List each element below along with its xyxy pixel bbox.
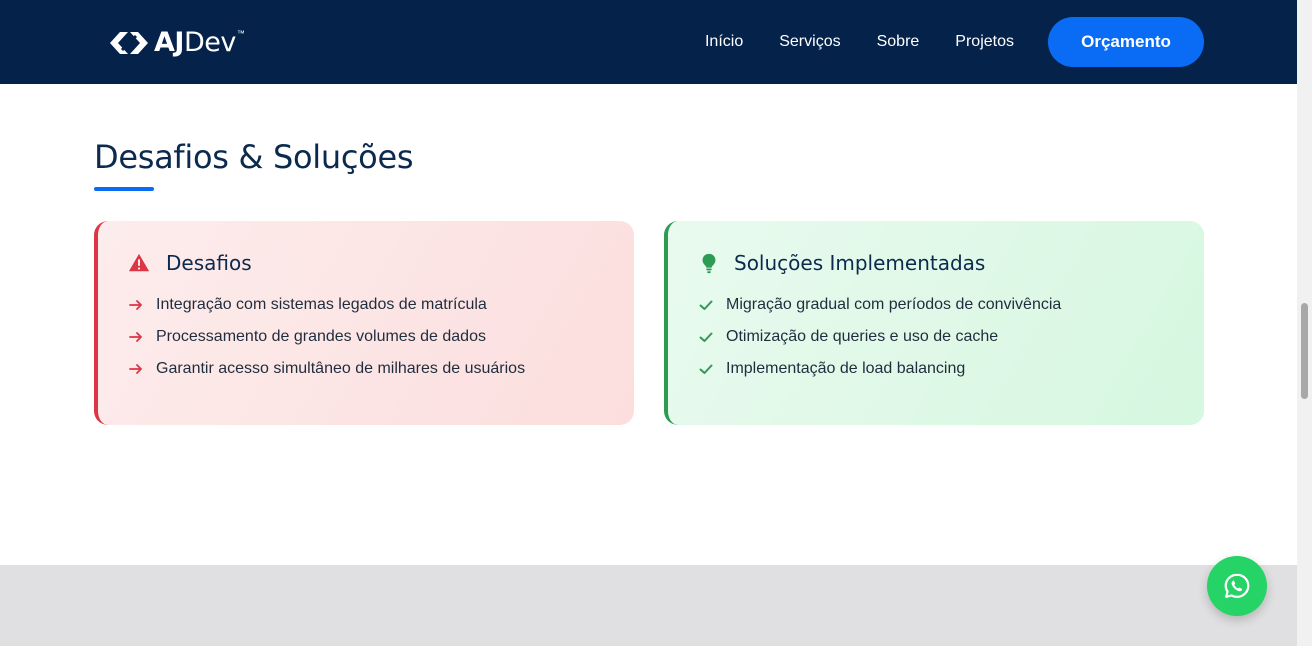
logo-trademark: ™: [236, 29, 245, 38]
logo-text: AJDev: [154, 27, 236, 58]
lightbulb-icon: [702, 253, 716, 274]
solutions-title: Soluções Implementadas: [734, 251, 986, 275]
main-nav: Início Serviços Sobre Projetos Orçamento: [705, 0, 1204, 84]
site-header: AJDev ™ Início Serviços Sobre Projetos O…: [0, 0, 1297, 84]
list-item: Integração com sistemas legados de matrí…: [128, 289, 604, 321]
list-item: Migração gradual com períodos de convivê…: [698, 289, 1174, 321]
logo-mark-icon: [110, 32, 148, 54]
page-scrollbar[interactable]: [1297, 0, 1312, 646]
scrollbar-thumb[interactable]: [1301, 303, 1308, 399]
whatsapp-icon: [1224, 573, 1250, 598]
nav-link-inicio[interactable]: Início: [705, 33, 743, 51]
arrow-right-icon: [129, 332, 142, 342]
nav-link-servicos[interactable]: Serviços: [779, 33, 840, 51]
challenges-header: Desafios: [128, 249, 604, 277]
orcamento-button[interactable]: Orçamento: [1048, 17, 1204, 67]
challenges-card: Desafios Integração com sistemas legados…: [94, 221, 634, 425]
next-section-band: [0, 565, 1297, 646]
list-item: Otimização de queries e uso de cache: [698, 321, 1174, 353]
nav-link-projetos[interactable]: Projetos: [955, 33, 1014, 51]
title-underline: [94, 187, 154, 191]
nav-link-sobre[interactable]: Sobre: [877, 33, 920, 51]
challenges-title: Desafios: [166, 251, 252, 275]
solutions-card: Soluções Implementadas Migração gradual …: [664, 221, 1204, 425]
logo[interactable]: AJDev ™: [106, 27, 245, 59]
challenge-text: Processamento de grandes volumes de dado…: [156, 328, 486, 345]
check-icon: [699, 332, 713, 342]
section-title: Desafios & Soluções: [94, 138, 414, 176]
solution-text: Otimização de queries e uso de cache: [726, 328, 999, 345]
challenge-text: Garantir acesso simultâneo de milhares d…: [156, 360, 526, 377]
whatsapp-button[interactable]: [1207, 556, 1267, 616]
arrow-right-icon: [129, 300, 142, 310]
solution-text: Migração gradual com períodos de convivê…: [726, 296, 1062, 313]
list-item: Implementação de load balancing: [698, 353, 1174, 385]
challenge-text: Integração com sistemas legados de matrí…: [156, 296, 487, 313]
arrow-right-icon: [129, 364, 142, 374]
check-icon: [699, 300, 713, 310]
check-icon: [699, 364, 713, 374]
solution-text: Implementação de load balancing: [726, 360, 966, 377]
warning-triangle-icon: [128, 253, 150, 272]
list-item: Garantir acesso simultâneo de milhares d…: [128, 353, 604, 385]
list-item: Processamento de grandes volumes de dado…: [128, 321, 604, 353]
solutions-header: Soluções Implementadas: [698, 249, 1174, 277]
